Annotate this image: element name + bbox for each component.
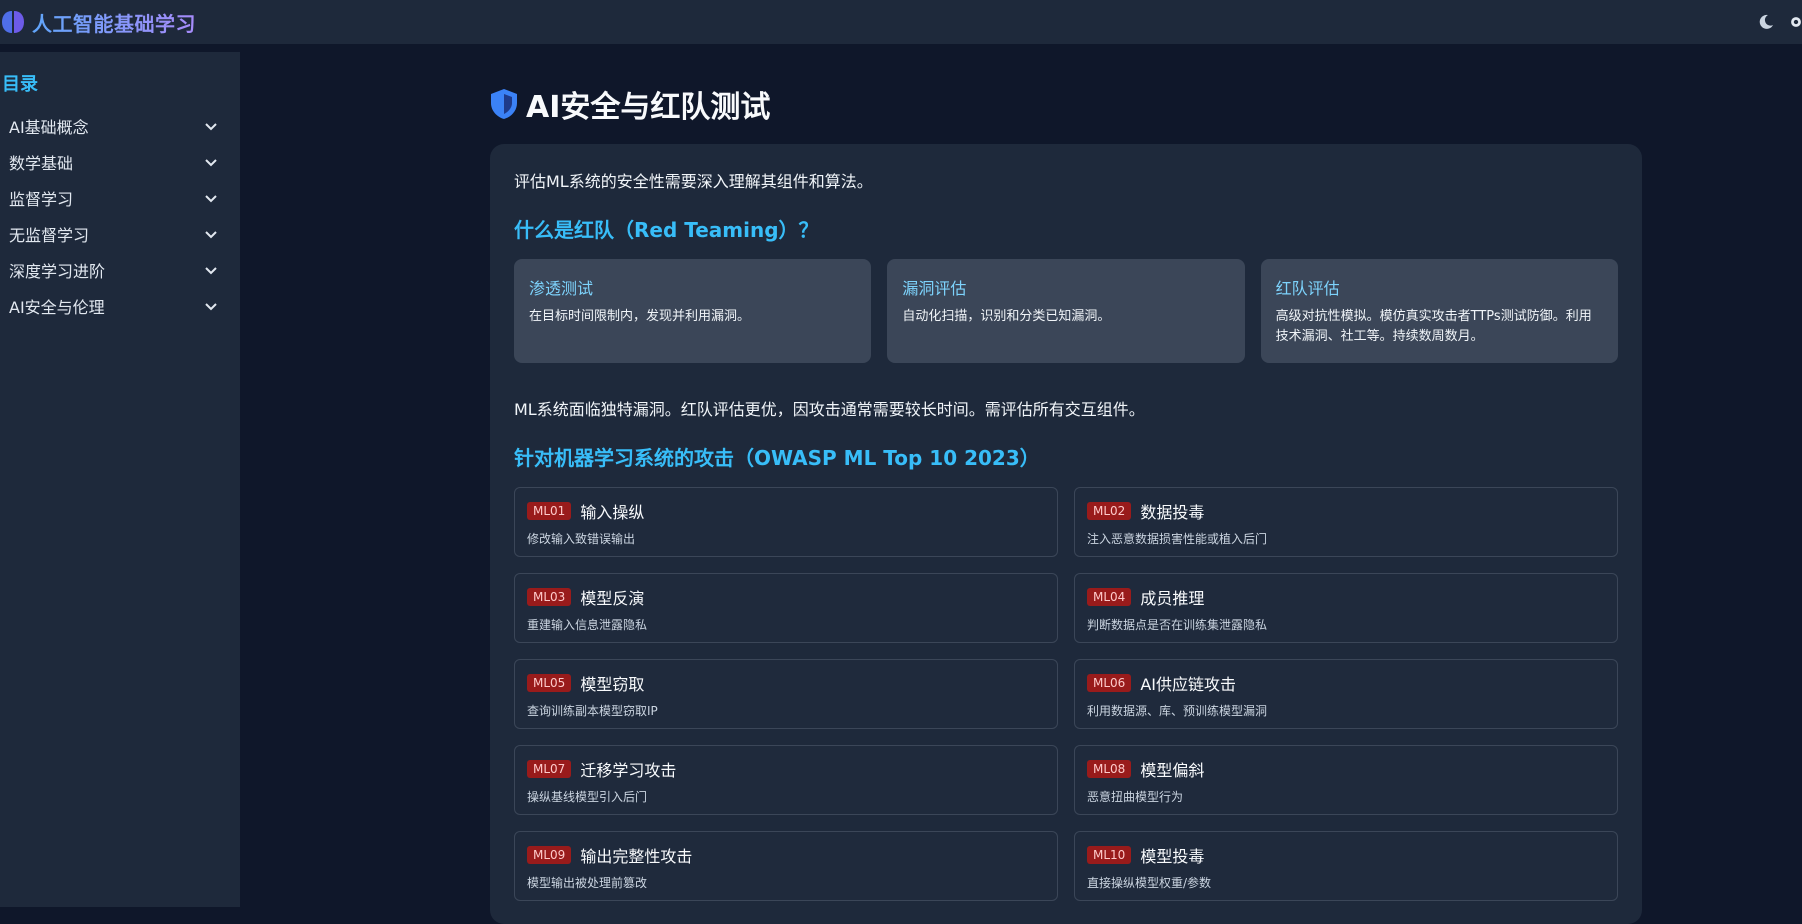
attack-item: ML09 输出完整性攻击 模型输出被处理前篡改 [514,831,1058,901]
attack-item: ML02 数据投毒 注入恶意数据损害性能或植入后门 [1074,487,1618,557]
main-content: AI安全与红队测试 评估ML系统的安全性需要深入理解其组件和算法。 什么是红队（… [490,84,1642,924]
attack-name: 输出完整性攻击 [580,847,693,866]
github-icon [1791,17,1801,27]
attack-list: ML01 输入操纵 修改输入致错误输出 ML02 数据投毒 注入恶意数据损害性能或植… [514,487,1618,901]
sidebar-item-label: AI安全与伦理 [9,298,105,317]
attack-code-badge: ML05 [527,674,572,692]
attack-desc: 重建输入信息泄露隐私 [527,618,648,632]
attack-name: 模型投毒 [1140,847,1205,866]
sidebar-item-ai-basics[interactable]: AI基础概念 [0,108,240,144]
assessment-title: 漏洞评估 [902,279,967,298]
attack-code-badge: ML10 [1087,846,1132,864]
sidebar-item-ai-safety[interactable]: AI安全与伦理 [0,288,240,324]
chevron-down-icon [205,123,217,131]
theme-toggle-button[interactable] [1754,10,1778,34]
attack-item: ML06 AI供应链攻击 利用数据源、库、预训练模型漏洞 [1074,659,1618,729]
summary-text: ML系统面临独特漏洞。红队评估更优，因攻击通常需要较长时间。需评估所有交互组件。 [514,400,1145,419]
sidebar-item-unsupervised[interactable]: 无监督学习 [0,216,240,252]
attack-name: 数据投毒 [1140,503,1205,522]
attack-name: 成员推理 [1140,589,1205,608]
assessment-desc: 自动化扫描，识别和分类已知漏洞。 [902,309,1111,324]
attack-item: ML07 迁移学习攻击 操纵基线模型引入后门 [514,745,1058,815]
github-button[interactable] [1790,11,1802,33]
attack-desc: 恶意扭曲模型行为 [1087,790,1184,804]
sidebar-item-label: AI基础概念 [9,118,89,137]
sidebar-item-label: 无监督学习 [9,226,90,245]
intro-text: 评估ML系统的安全性需要深入理解其组件和算法。 [514,172,873,191]
attack-desc: 操纵基线模型引入后门 [527,790,648,804]
top-actions [1754,0,1802,44]
brand[interactable]: 人工智能基础学习 [0,0,196,44]
assessment-desc: 高级对抗性模拟。模仿真实攻击者TTPs测试防御。利用技术漏洞、社工等。持续数周数… [1275,309,1592,344]
assessment-card: 漏洞评估 自动化扫描，识别和分类已知漏洞。 [887,259,1245,363]
attack-name: AI供应链攻击 [1140,675,1236,694]
sidebar-item-label: 深度学习进阶 [9,262,106,281]
toc-list: AI基础概念 数学基础 监督学习 无监督学习 深度学习进阶 AI安全与伦理 [0,108,240,324]
attack-name: 模型反演 [580,589,645,608]
attack-desc: 直接操纵模型权重/参数 [1087,876,1212,890]
attack-code-badge: ML01 [527,502,572,520]
sidebar-item-label: 数学基础 [9,154,74,173]
top-bar: 人工智能基础学习 [0,0,1802,44]
app-title: 人工智能基础学习 [32,8,196,37]
moon-icon [1759,14,1773,29]
attack-item: ML03 模型反演 重建输入信息泄露隐私 [514,573,1058,643]
attack-item: ML01 输入操纵 修改输入致错误输出 [514,487,1058,557]
assessment-card: 渗透测试 在目标时间限制内，发现并利用漏洞。 [514,259,872,363]
attack-desc: 利用数据源、库、预训练模型漏洞 [1087,704,1268,718]
attack-desc: 修改输入致错误输出 [527,532,636,546]
attack-code-badge: ML06 [1087,674,1132,692]
attack-code-badge: ML09 [527,846,572,864]
attack-desc: 注入恶意数据损害性能或植入后门 [1087,532,1268,546]
attack-name: 输入操纵 [580,503,645,522]
page-heading: AI安全与红队测试 [526,90,771,125]
chevron-down-icon [205,231,217,239]
sidebar-item-supervised[interactable]: 监督学习 [0,180,240,216]
attack-desc: 判断数据点是否在训练集泄露隐私 [1087,618,1268,632]
section-heading-red-teaming: 什么是红队（Red Teaming）？ [514,218,819,242]
attack-item: ML08 模型偏斜 恶意扭曲模型行为 [1074,745,1618,815]
assessment-desc: 在目标时间限制内，发现并利用漏洞。 [529,309,751,324]
attack-name: 模型偏斜 [1140,761,1205,780]
attack-code-badge: ML02 [1087,502,1132,520]
attack-code-badge: ML07 [527,760,572,778]
assessment-title: 渗透测试 [529,279,594,298]
attack-name: 迁移学习攻击 [580,761,677,780]
brain-icon [2,11,24,33]
attack-name: 模型窃取 [580,675,645,694]
sidebar-item-math[interactable]: 数学基础 [0,144,240,180]
chevron-down-icon [205,303,217,311]
chevron-down-icon [205,267,217,275]
content-card: 评估ML系统的安全性需要深入理解其组件和算法。 什么是红队（Red Teamin… [490,144,1642,924]
attack-desc: 模型输出被处理前篡改 [527,876,648,890]
toc-title: 目录 [2,74,38,95]
chevron-down-icon [205,159,217,167]
attack-code-badge: ML04 [1087,588,1132,606]
page-title: AI安全与红队测试 [490,84,1642,125]
attack-item: ML05 模型窃取 查询训练副本模型窃取IP [514,659,1058,729]
attack-code-badge: ML08 [1087,760,1132,778]
section-heading-owasp: 针对机器学习系统的攻击（OWASP ML Top 10 2023） [514,446,1040,470]
attack-desc: 查询训练副本模型窃取IP [527,704,658,718]
shield-icon [491,89,517,119]
attack-item: ML04 成员推理 判断数据点是否在训练集泄露隐私 [1074,573,1618,643]
assessment-types: 渗透测试 在目标时间限制内，发现并利用漏洞。 漏洞评估 自动化扫描，识别和分类已… [514,259,1618,363]
chevron-down-icon [205,195,217,203]
assessment-card: 红队评估 高级对抗性模拟。模仿真实攻击者TTPs测试防御。利用技术漏洞、社工等。… [1260,259,1618,363]
assessment-title: 红队评估 [1275,279,1340,298]
attack-item: ML10 模型投毒 直接操纵模型权重/参数 [1074,831,1618,901]
sidebar-item-deep-learning[interactable]: 深度学习进阶 [0,252,240,288]
sidebar-item-label: 监督学习 [9,190,74,209]
attack-code-badge: ML03 [527,588,572,606]
sidebar: 目录 AI基础概念 数学基础 监督学习 无监督学习 深度学习进阶 AI安全与伦理 [0,52,240,907]
